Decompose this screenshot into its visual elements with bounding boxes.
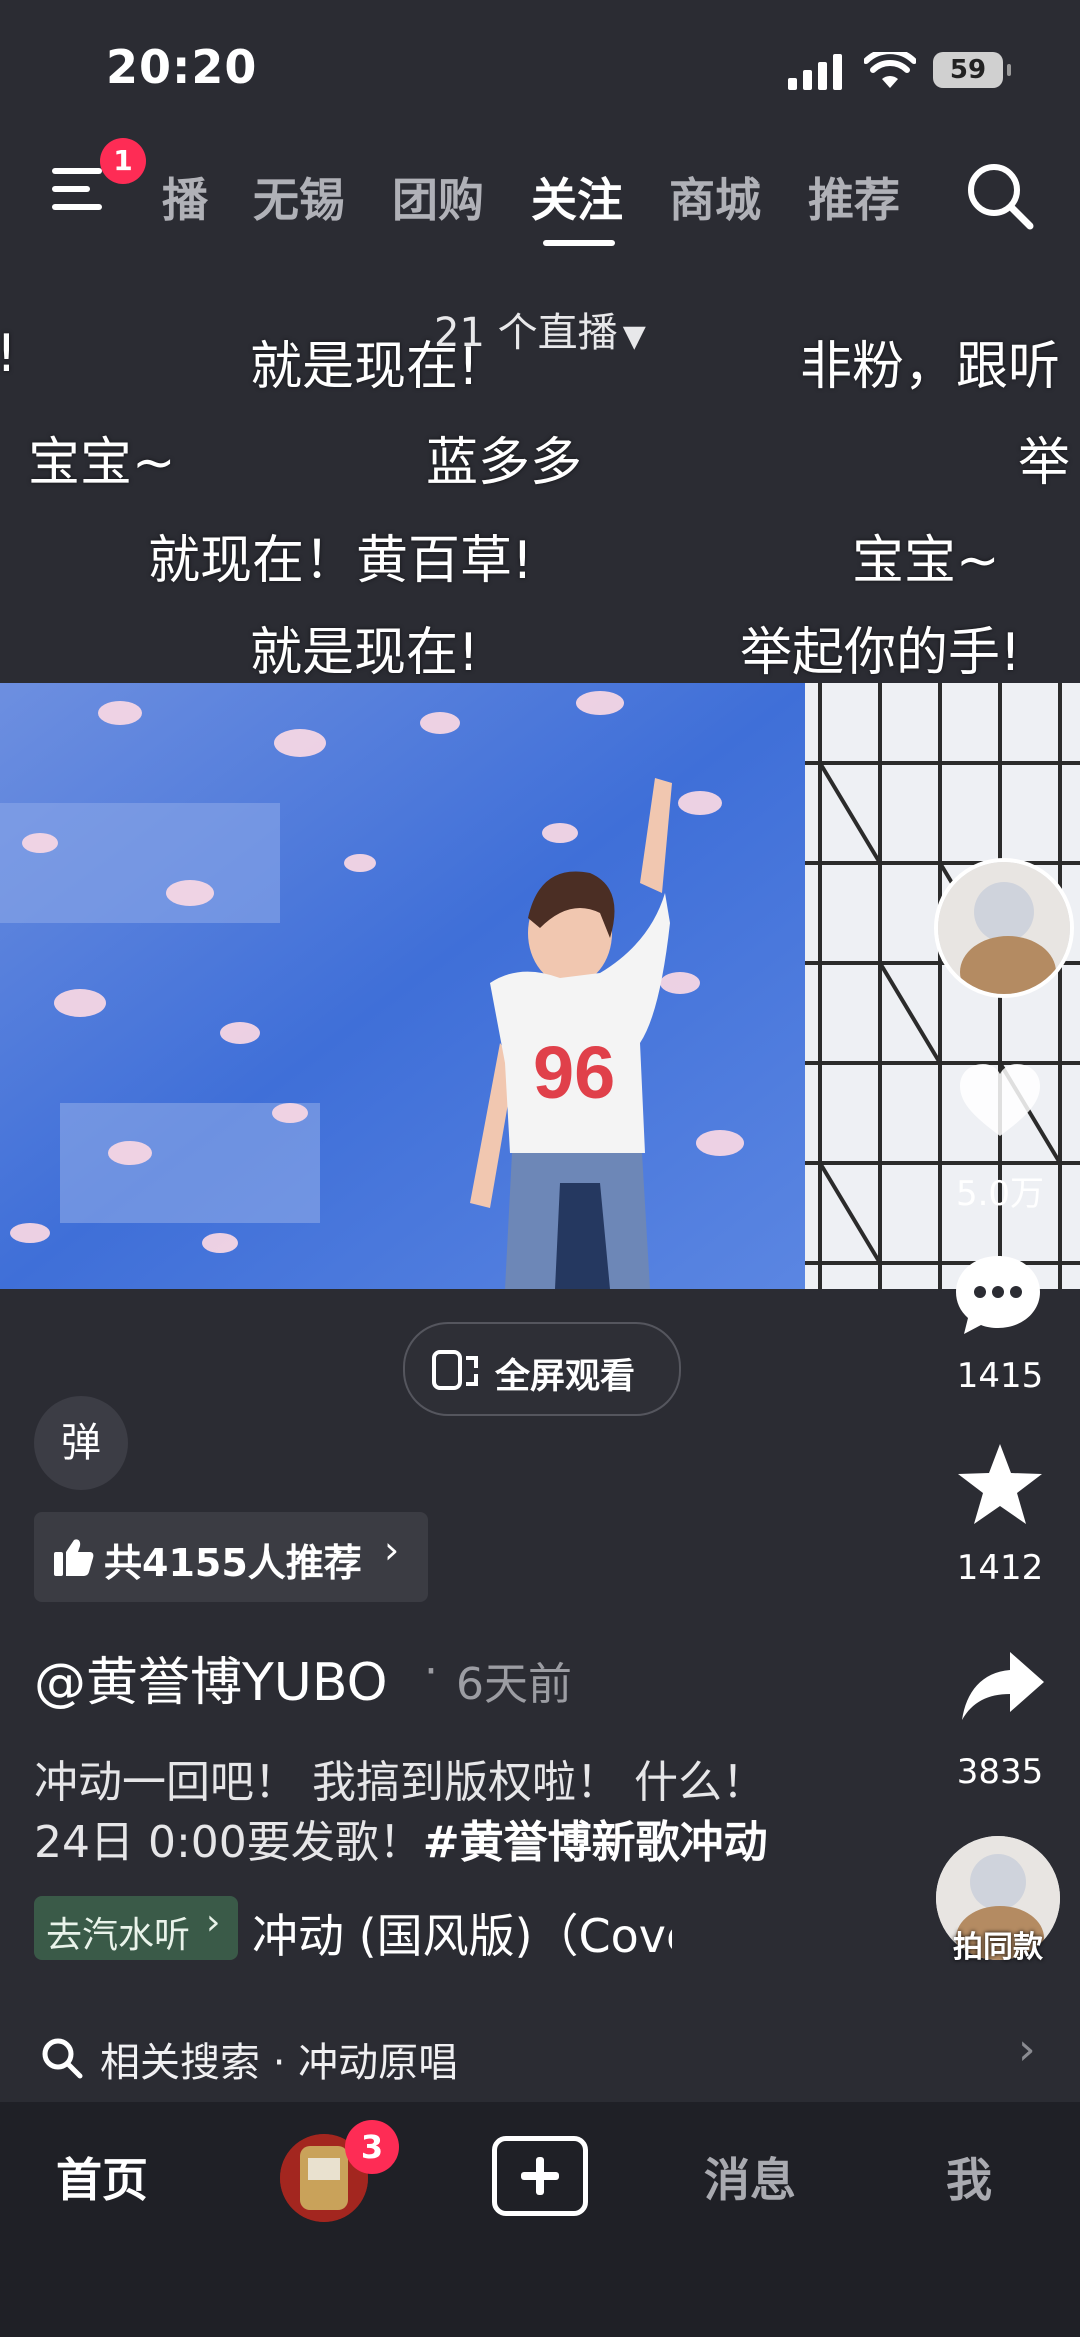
- live-count-dropdown[interactable]: 21 个直播 ▼: [434, 300, 646, 358]
- fullscreen-label: 全屏观看: [495, 1357, 636, 1397]
- avatar-image: [938, 862, 1070, 994]
- post-description-text: 24日 0:00要发歌！: [34, 1817, 423, 1868]
- tab-recommend[interactable]: 推荐: [808, 164, 900, 230]
- same-style-label: 拍同款: [953, 1930, 1043, 1965]
- tab-mall[interactable]: 商城: [669, 164, 761, 230]
- tab-group-buy[interactable]: 团购: [392, 164, 484, 230]
- menu-icon[interactable]: [52, 168, 106, 214]
- search-icon[interactable]: [964, 160, 1036, 232]
- comment-icon[interactable]: [952, 1252, 1044, 1338]
- live-count-label: 21 个直播: [434, 310, 618, 356]
- tab-following[interactable]: 关注: [531, 164, 623, 230]
- song-title[interactable]: 冲动 (国风版)（Cover: [252, 1900, 672, 1966]
- danmaku-text: !: [0, 324, 17, 384]
- star-icon[interactable]: [956, 1442, 1044, 1526]
- danmaku-text: 举: [1018, 433, 1071, 493]
- music-app-tag-label: 去汽水听: [46, 1915, 191, 1956]
- nav-messages[interactable]: 消息: [704, 2144, 796, 2210]
- post-description-line2: 24日 0:00要发歌！#黄誉博新歌冲动: [34, 1806, 768, 1870]
- video-frame: 96: [0, 683, 1080, 1289]
- chevron-right-icon: ›: [206, 1902, 221, 1943]
- danmaku-text: 就是现在!: [250, 623, 479, 680]
- author-avatar[interactable]: [934, 858, 1074, 998]
- friends-badge: 3: [345, 2120, 399, 2174]
- chevron-right-icon: ›: [384, 1528, 400, 1572]
- danmu-toggle-button[interactable]: 弹: [34, 1396, 128, 1490]
- comment-count: 1415: [956, 1356, 1044, 1396]
- tab-wuxi[interactable]: 无锡: [253, 164, 345, 230]
- caret-down-icon: ▼: [622, 319, 646, 354]
- shirt-number: 96: [533, 1031, 615, 1114]
- fullscreen-icon: [432, 1350, 478, 1390]
- status-time: 20:20: [106, 40, 258, 94]
- create-post-button[interactable]: [492, 2136, 588, 2216]
- battery-indicator: 59: [933, 52, 1011, 88]
- hashtag-link[interactable]: #黄誉博新歌冲动: [423, 1817, 768, 1868]
- danmaku-text: 就现在！黄百草!: [148, 531, 533, 591]
- danmaku-text: 举起你的手!: [740, 623, 1021, 680]
- status-bar: 20:20 59: [0, 0, 1080, 140]
- danmaku-text: 蓝多多: [426, 433, 583, 493]
- like-count: 5.0万: [955, 1174, 1045, 1214]
- meta-separator: ·: [424, 1646, 438, 1697]
- danmaku-text: 非粉，跟听: [800, 337, 1061, 397]
- danmaku-text: 宝宝~: [28, 433, 176, 493]
- related-search-label: 相关搜索 · 冲动原唱: [100, 2040, 459, 2086]
- signal-icon: [788, 54, 842, 90]
- search-icon: [42, 2038, 83, 2079]
- menu-badge: 1: [100, 138, 146, 184]
- top-nav: 播 无锡 团购 关注 商城 推荐: [0, 150, 1080, 260]
- danmaku-text: 宝宝~: [852, 531, 1000, 591]
- nav-home[interactable]: 首页: [56, 2144, 148, 2210]
- recommend-label: 共4155人推荐: [104, 1541, 362, 1585]
- thumbs-up-icon: [54, 1539, 94, 1576]
- heart-icon[interactable]: [956, 1060, 1044, 1140]
- favorite-count: 1412: [956, 1548, 1044, 1588]
- nav-me[interactable]: 我: [946, 2144, 992, 2210]
- tab-live[interactable]: 播: [162, 164, 208, 230]
- wifi-icon: [864, 52, 916, 88]
- share-count: 3835: [956, 1752, 1044, 1792]
- author-name[interactable]: @黄誉博YUBO: [34, 1640, 388, 1715]
- active-tab-indicator: [543, 240, 615, 246]
- post-time: 6天前: [456, 1659, 572, 1710]
- post-description-line1: 冲动一回吧！ 我搞到版权啦！ 什么！: [34, 1757, 766, 1808]
- video-player[interactable]: 96: [0, 683, 1080, 1289]
- chevron-right-icon: ›: [1018, 2024, 1036, 2075]
- share-icon[interactable]: [958, 1648, 1046, 1724]
- plus-icon: [521, 2157, 559, 2195]
